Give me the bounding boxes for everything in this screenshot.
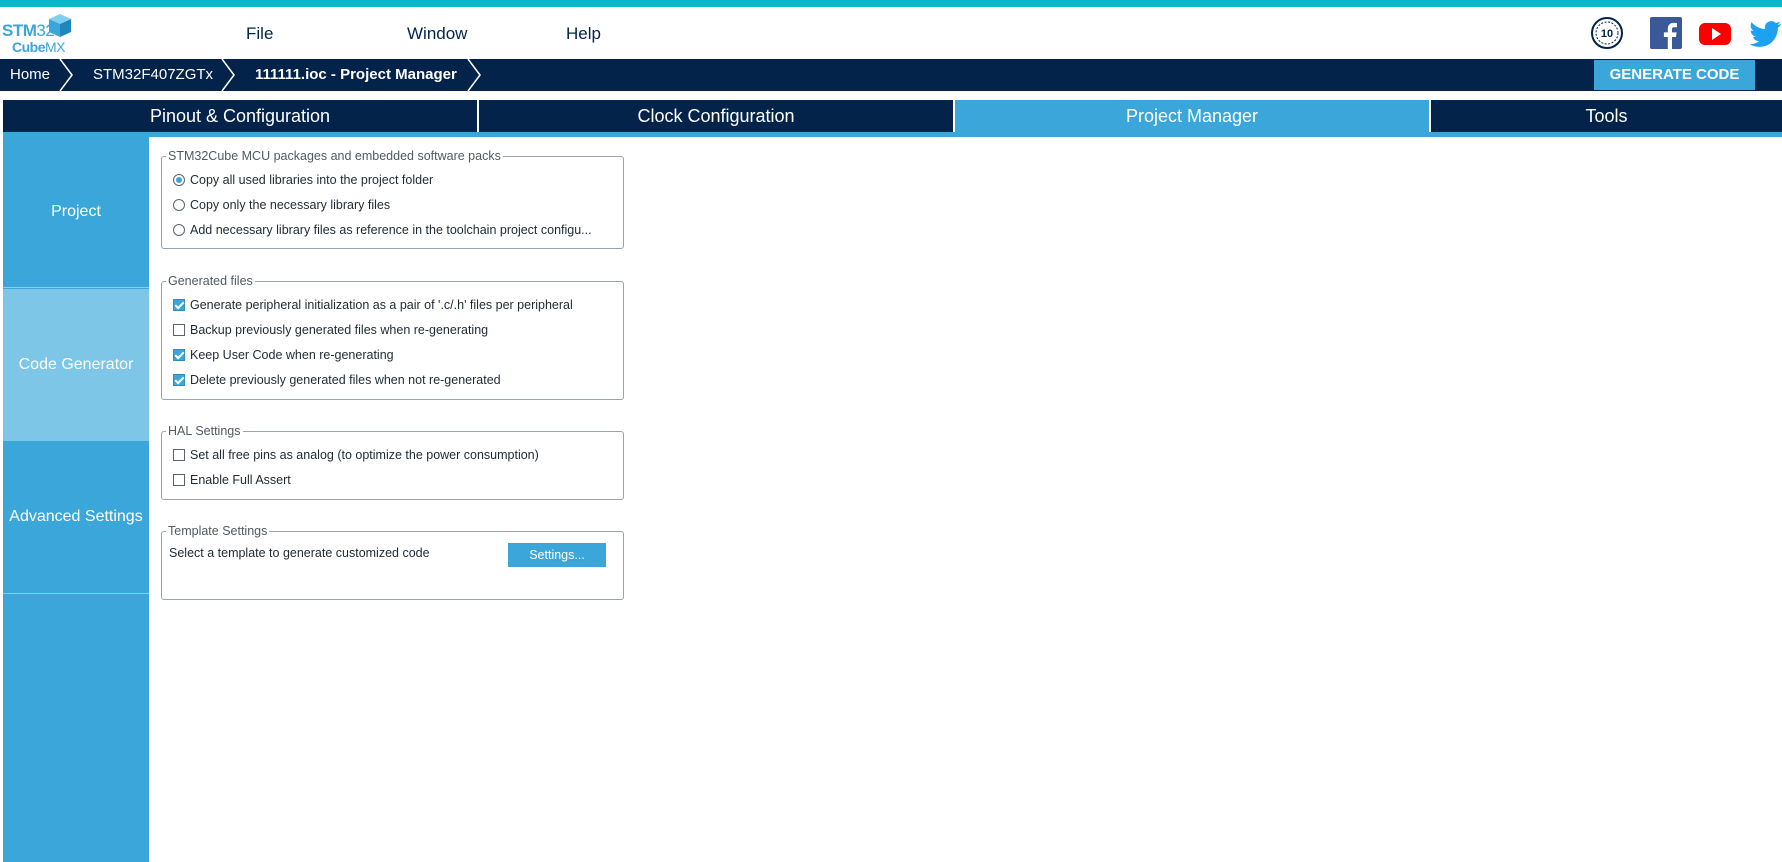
main-tabs: Pinout & Configuration Clock Configurati… [3, 100, 1782, 132]
menu-help[interactable]: Help [566, 24, 601, 44]
stm32cubemx-logo: STM32 CubeMX [2, 13, 72, 55]
template-settings-group: Template Settings Select a template to g… [161, 524, 624, 600]
radio-button[interactable] [173, 199, 185, 211]
tab-tools[interactable]: Tools [1431, 100, 1782, 132]
checkbox[interactable] [173, 374, 185, 386]
menu-file[interactable]: File [246, 24, 273, 44]
tab-pinout-configuration[interactable]: Pinout & Configuration [3, 100, 477, 132]
hal-settings-group-title: HAL Settings [166, 424, 243, 438]
option-label: Delete previously generated files when n… [190, 373, 501, 387]
anniversary-badge-text: 10 [1601, 28, 1613, 40]
radio-button[interactable] [173, 174, 185, 186]
option-label: Add necessary library files as reference… [190, 223, 592, 237]
checkbox[interactable] [173, 449, 185, 461]
packages-group: STM32Cube MCU packages and embedded soft… [161, 149, 624, 249]
generate-code-button[interactable]: GENERATE CODE [1594, 60, 1755, 90]
option-label: Generate peripheral initialization as a … [190, 298, 573, 312]
top-accent-stripe [0, 0, 1782, 7]
logo-text-stm: STM [2, 21, 37, 40]
template-settings-button[interactable]: Settings... [508, 543, 606, 567]
breadcrumb-home[interactable]: Home [10, 59, 50, 91]
anniversary-icon[interactable]: 10 [1590, 16, 1624, 50]
breadcrumb-project-manager[interactable]: 111111.ioc - Project Manager [255, 59, 457, 91]
twitter-icon[interactable] [1748, 16, 1782, 50]
menu-bar: STM32 CubeMX File Window Help 10 [0, 7, 1782, 59]
option-label: Copy only the necessary library files [190, 198, 391, 212]
option-label: Backup previously generated files when r… [190, 323, 489, 337]
radio-button[interactable] [173, 224, 185, 236]
sidebar-divider [3, 287, 149, 288]
checkbox[interactable] [173, 474, 185, 486]
option-label: Set all free pins as analog (to optimize… [190, 448, 539, 462]
tab-project-manager[interactable]: Project Manager [955, 100, 1429, 132]
template-description: Select a template to generate customized… [169, 546, 430, 560]
generated-files-group-title: Generated files [166, 274, 255, 288]
sidebar-item-advanced-settings[interactable]: Advanced Settings [3, 441, 149, 593]
sidebar-divider [3, 593, 149, 594]
option-label: Keep User Code when re-generating [190, 348, 394, 362]
logo-text-mx: MX [45, 39, 66, 55]
cube-icon [49, 14, 71, 37]
menu-window[interactable]: Window [407, 24, 467, 44]
breadcrumb: Home STM32F407ZGTx 111111.ioc - Project … [0, 59, 1782, 91]
facebook-icon[interactable] [1650, 16, 1682, 50]
checkbox[interactable] [173, 349, 185, 361]
checkbox[interactable] [173, 299, 185, 311]
chevron-right-icon [467, 59, 481, 91]
breadcrumb-mcu[interactable]: STM32F407ZGTx [93, 59, 213, 91]
tab-underline [3, 132, 1782, 137]
chevron-right-icon [59, 59, 73, 91]
sidebar-item-project[interactable]: Project [3, 137, 149, 287]
chevron-right-icon [221, 59, 235, 91]
option-label: Enable Full Assert [190, 473, 291, 487]
sidebar-item-code-generator[interactable]: Code Generator [3, 289, 149, 441]
hal-settings-group: HAL Settings Set all free pins as analog… [161, 424, 624, 500]
side-navigation: Project Code Generator Advanced Settings [3, 137, 149, 862]
packages-group-title: STM32Cube MCU packages and embedded soft… [166, 149, 503, 163]
checkbox[interactable] [173, 324, 185, 336]
tab-clock-configuration[interactable]: Clock Configuration [479, 100, 953, 132]
template-settings-group-title: Template Settings [166, 524, 270, 538]
option-label: Copy all used libraries into the project… [190, 173, 434, 187]
generated-files-group: Generated files Generate peripheral init… [161, 274, 624, 400]
logo-text-cube: Cube [12, 39, 46, 55]
youtube-icon[interactable] [1698, 16, 1732, 50]
